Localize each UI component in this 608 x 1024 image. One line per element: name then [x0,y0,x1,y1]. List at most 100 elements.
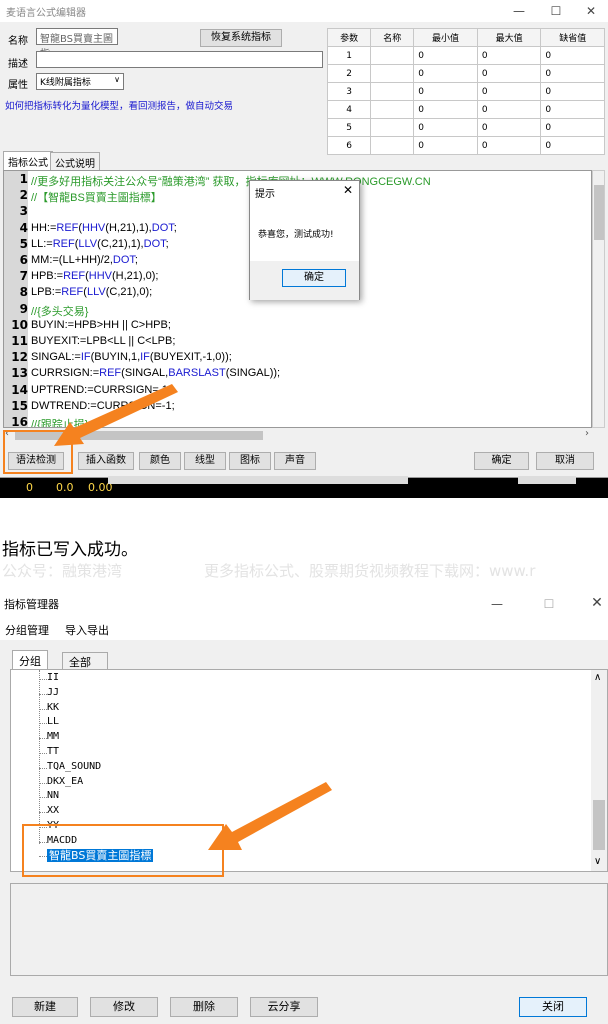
minimize-icon[interactable]: — [486,595,508,613]
param-cell[interactable]: 0 [476,64,542,83]
param-cell[interactable]: 2 [326,64,372,83]
param-row[interactable]: 6000 [326,136,605,155]
ok-button[interactable]: 确定 [474,452,529,470]
param-cell[interactable]: 0 [540,136,605,155]
icon-button[interactable]: 图标 [229,452,271,470]
name-input[interactable]: 智龍BS買賣主圖指 [36,28,118,60]
param-cell[interactable]: 0 [540,82,605,101]
scroll-thumb[interactable] [594,185,604,240]
param-cell[interactable] [370,118,415,137]
attr-select[interactable]: K线附属指标 ∨ [36,73,124,90]
tree-item[interactable]: MM [47,731,59,742]
restore-system-indicator-button[interactable]: 恢复系统指标 [200,29,282,47]
line-style-button[interactable]: 线型 [184,452,226,470]
param-cell[interactable] [370,64,415,83]
param-cell[interactable] [370,100,415,119]
param-cell[interactable]: 0 [476,46,542,65]
tree-item[interactable]: LL [47,716,59,727]
dialog-close-icon[interactable]: ✕ [343,183,353,197]
tree-item[interactable]: II [47,672,59,683]
param-cell[interactable]: 0 [476,118,542,137]
param-cell[interactable] [370,46,415,65]
tree-item[interactable]: TT [47,746,59,757]
tab-formula[interactable]: 指标公式 [3,151,53,171]
tree-item[interactable]: JJ [47,687,59,698]
cancel-button[interactable]: 取消 [536,452,594,470]
code-line: HH:=REF(HHV(H,21),1),DOT; [31,221,177,234]
menu-group-manage[interactable]: 分组管理 [5,622,49,638]
scroll-down-icon[interactable]: ∨ [594,856,601,867]
param-cell[interactable]: 6 [326,136,372,155]
param-cell[interactable]: 0 [540,118,605,137]
vertical-scrollbar[interactable] [592,170,605,428]
tab-groups[interactable]: 分组 [12,650,48,671]
scroll-up-icon[interactable]: ∧ [594,672,601,683]
desc-input[interactable] [36,51,323,68]
delete-button[interactable]: 删除 [170,997,238,1017]
minimize-icon[interactable]: — [508,2,530,20]
param-cell[interactable]: 0 [540,46,605,65]
tree-scroll-thumb[interactable] [593,800,605,850]
tree-item[interactable]: XX [47,805,59,816]
param-row[interactable]: 2000 [326,64,605,83]
param-cell[interactable]: 0 [540,64,605,83]
param-row[interactable]: 5000 [326,118,605,137]
close-icon[interactable]: ✕ [586,594,608,612]
param-cell[interactable]: 0 [413,136,478,155]
line-number: 7 [19,269,28,284]
param-row[interactable]: 4000 [326,100,605,119]
param-cell[interactable]: 0 [413,46,478,65]
line-number: 14 [11,382,28,397]
tree-line [39,670,40,844]
help-link[interactable]: 如何把指标转化为量化模型，看回测报告，做自动交易 [5,98,233,112]
param-cell[interactable]: 0 [413,64,478,83]
status-value: 0.0 [56,481,74,494]
param-cell[interactable]: 5 [326,118,372,137]
param-cell[interactable]: 0 [476,82,542,101]
param-cell[interactable]: 0 [413,82,478,101]
cloud-share-button[interactable]: 云分享 [250,997,318,1017]
param-cell[interactable]: 3 [326,82,372,101]
tree-item[interactable]: KK [47,702,59,713]
success-dialog: 提示 ✕ 恭喜您，测试成功! 确定 [249,180,360,300]
watermark-right: 更多指标公式、股票期货视频教程下载网：www.r [204,562,536,580]
param-cell[interactable]: 0 [413,118,478,137]
insert-function-button[interactable]: 插入函数 [78,452,134,470]
menu-import-export[interactable]: 导入导出 [65,622,109,638]
param-cell[interactable] [370,136,415,155]
scroll-right-icon[interactable]: › [585,428,589,439]
sound-button[interactable]: 声音 [274,452,316,470]
close-icon[interactable]: ✕ [580,2,602,20]
close-button[interactable]: 关闭 [519,997,587,1017]
manager-title: 指标管理器 [4,598,59,611]
param-row[interactable]: 3000 [326,82,605,101]
tab-description[interactable]: 公式说明 [50,152,100,172]
editor-title: 麦语言公式编辑器 [6,8,86,19]
maximize-icon[interactable]: ☐ [538,595,560,613]
param-cell[interactable]: 0 [413,100,478,119]
edit-button[interactable]: 修改 [90,997,158,1017]
param-cell[interactable]: 1 [326,46,372,65]
tree-line [39,797,47,799]
tree-item[interactable]: TQA_SOUND [47,761,101,772]
color-button[interactable]: 颜色 [139,452,181,470]
description-panel [10,883,608,976]
code-line: //{多头交易} [31,305,89,318]
param-table: 参数 名称 最小值 最大值 缺省值 1000200030004000500060… [326,28,605,155]
param-cell[interactable]: 0 [476,136,542,155]
param-row[interactable]: 1000 [326,46,605,65]
new-button[interactable]: 新建 [12,997,78,1017]
param-cell[interactable]: 4 [326,100,372,119]
code-line: LL:=REF(LLV(C,21),1),DOT; [31,237,169,250]
param-cell[interactable]: 0 [476,100,542,119]
dialog-ok-button[interactable]: 确定 [282,269,346,287]
tree-line [39,753,47,754]
line-number: 8 [19,285,28,300]
param-cell[interactable]: 0 [540,100,605,119]
maximize-icon[interactable]: ☐ [545,2,567,20]
tree-scrollbar[interactable]: ∧ ∨ [591,670,607,871]
tree-item[interactable]: DKX_EA [47,776,83,787]
line-number: 11 [11,334,28,348]
param-cell[interactable] [370,82,415,101]
tree-item[interactable]: NN [47,790,59,801]
